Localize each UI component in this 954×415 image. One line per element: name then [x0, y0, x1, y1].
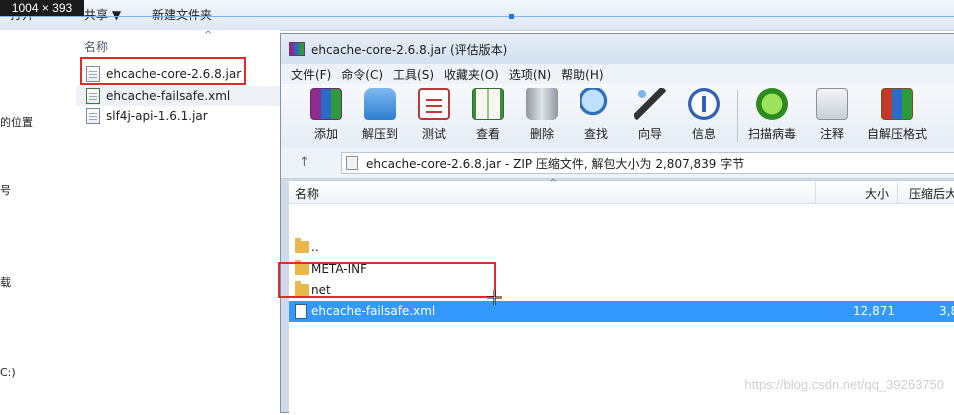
list-header: 名称 ^ 大小 压缩后大 [289, 178, 954, 204]
wizard-button[interactable]: 向导 [623, 88, 677, 144]
explorer-nav-pane: 的位置 号 载 C:) [0, 30, 67, 402]
virus-scan-label: 扫描病毒 [747, 127, 796, 141]
sfx-label: 自解压格式 [866, 127, 927, 141]
column-divider[interactable] [815, 181, 816, 203]
address-text: ehcache-core-2.6.8.jar - ZIP 压缩文件, 解包大小为… [366, 156, 745, 171]
explorer-file-row[interactable]: slf4j-api-1.6.1.jar [76, 106, 280, 126]
folder-icon [295, 238, 309, 253]
new-folder-button[interactable]: 新建文件夹 [152, 6, 212, 23]
toolbar-separator [737, 90, 738, 142]
winrar-window: ehcache-core-2.6.8.jar (评估版本) 文件(F) 命令(C… [280, 33, 954, 415]
selection-handle[interactable] [509, 14, 514, 19]
info-button[interactable]: 信息 [677, 88, 731, 144]
column-packed[interactable]: 压缩后大 [909, 185, 954, 202]
xml-file-icon [86, 88, 100, 104]
test-label: 测试 [421, 127, 446, 141]
trash-icon [526, 88, 558, 120]
test-button[interactable]: 测试 [407, 88, 461, 144]
virus-scan-button[interactable]: 扫描病毒 [745, 88, 799, 144]
dimension-badge: 1004 × 393 [0, 0, 84, 16]
info-label: 信息 [691, 127, 716, 141]
find-label: 查找 [583, 127, 608, 141]
explorer-column-name[interactable]: 名称 [84, 38, 108, 55]
row-name: .. [311, 240, 319, 254]
address-field[interactable]: ehcache-core-2.6.8.jar - ZIP 压缩文件, 解包大小为… [341, 152, 954, 174]
row-size: 12,871 [853, 304, 895, 318]
column-name[interactable]: 名称 [295, 185, 319, 202]
sfx-button[interactable]: 自解压格式 [865, 88, 929, 144]
sfx-icon [881, 88, 913, 120]
view-book-icon [472, 88, 504, 120]
address-bar: ↑ ehcache-core-2.6.8.jar - ZIP 压缩文件, 解包大… [281, 148, 954, 179]
comment-icon [816, 88, 848, 120]
nav-item-drive[interactable]: C:) [0, 366, 16, 379]
jar-file-icon [86, 108, 100, 124]
watermark-text: https://blog.csdn.net/qq_39263750 [744, 377, 945, 392]
winrar-app-icon [289, 42, 305, 56]
extract-to-label: 解压到 [361, 127, 398, 141]
column-size[interactable]: 大小 [865, 185, 889, 202]
menu-file[interactable]: 文件(F) [291, 66, 331, 83]
row-packed: 3,8 [939, 304, 954, 318]
selection-guide-line [0, 16, 954, 17]
nav-item-recent[interactable]: 的位置 [0, 114, 33, 130]
nav-item-2[interactable]: 号 [0, 182, 11, 198]
delete-label: 删除 [529, 127, 554, 141]
winrar-toolbar: 添加 解压到 测试 查看 删除 查找 向导 信息 扫描病毒 注释 自解压格式 [281, 84, 954, 149]
menu-favorites[interactable]: 收藏夹(O) [444, 66, 499, 83]
extract-to-icon [364, 88, 396, 120]
explorer-file-name: ehcache-failsafe.xml [106, 89, 231, 103]
view-label: 查看 [475, 127, 500, 141]
add-button[interactable]: 添加 [299, 88, 353, 144]
row-name: ehcache-failsafe.xml [311, 304, 436, 318]
menu-bar: 文件(F) 命令(C) 工具(S) 收藏夹(O) 选项(N) 帮助(H) [281, 64, 954, 84]
find-button[interactable]: 查找 [569, 88, 623, 144]
test-icon [418, 88, 450, 120]
nav-item-3[interactable]: 载 [0, 274, 11, 290]
menu-help[interactable]: 帮助(H) [561, 66, 603, 83]
zip-file-icon [346, 156, 358, 170]
highlight-box-jar [80, 57, 246, 85]
delete-button[interactable]: 删除 [515, 88, 569, 144]
explorer-file-row[interactable]: ehcache-failsafe.xml [76, 86, 280, 106]
menu-tools[interactable]: 工具(S) [393, 66, 434, 83]
up-arrow-icon[interactable]: ↑ [299, 155, 310, 170]
window-title: ehcache-core-2.6.8.jar (评估版本) [311, 42, 508, 57]
column-divider[interactable] [897, 181, 898, 203]
info-icon [688, 88, 720, 120]
menu-options[interactable]: 选项(N) [509, 66, 551, 83]
menu-command[interactable]: 命令(C) [341, 66, 383, 83]
comment-label: 注释 [819, 127, 844, 141]
sort-caret-icon: ^ [549, 178, 558, 189]
table-row-selected[interactable]: ehcache-failsafe.xml 12,871 3,8 [289, 301, 954, 322]
crosshair-cursor-icon [487, 290, 502, 305]
extract-to-button[interactable]: 解压到 [353, 88, 407, 144]
table-row[interactable]: .. [289, 237, 954, 258]
sort-caret-icon: ^ [204, 30, 213, 41]
add-label: 添加 [313, 127, 338, 141]
winrar-titlebar[interactable]: ehcache-core-2.6.8.jar (评估版本) [281, 34, 954, 64]
xml-file-icon [295, 304, 307, 319]
comment-button[interactable]: 注释 [805, 88, 859, 144]
add-archive-icon [310, 88, 342, 120]
wizard-label: 向导 [637, 127, 662, 141]
magnifier-icon [580, 88, 612, 120]
share-button[interactable]: 共享 ▼ [84, 6, 121, 23]
explorer-file-name: slf4j-api-1.6.1.jar [106, 109, 208, 123]
virus-scan-icon [756, 88, 788, 120]
wizard-wand-icon [634, 88, 666, 120]
highlight-box-xml [278, 262, 496, 298]
view-button[interactable]: 查看 [461, 88, 515, 144]
